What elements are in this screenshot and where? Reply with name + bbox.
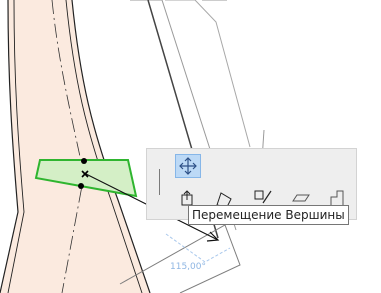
dimension-helper-line (165, 233, 231, 263)
dimension-label: 115,00° (170, 262, 206, 272)
floor-plan-drawing (0, 0, 265, 293)
plan-view-canvas[interactable]: 115,00° Перемещение Вершины (0, 0, 381, 293)
palette-divider (159, 169, 160, 195)
tooltip: Перемещение Вершины (188, 205, 349, 225)
node-handle-bottom (78, 183, 84, 189)
move-node-icon (179, 157, 197, 175)
move-node-button[interactable] (175, 154, 201, 178)
node-handle-top (81, 158, 87, 164)
adjacent-wall-b (165, 0, 251, 148)
